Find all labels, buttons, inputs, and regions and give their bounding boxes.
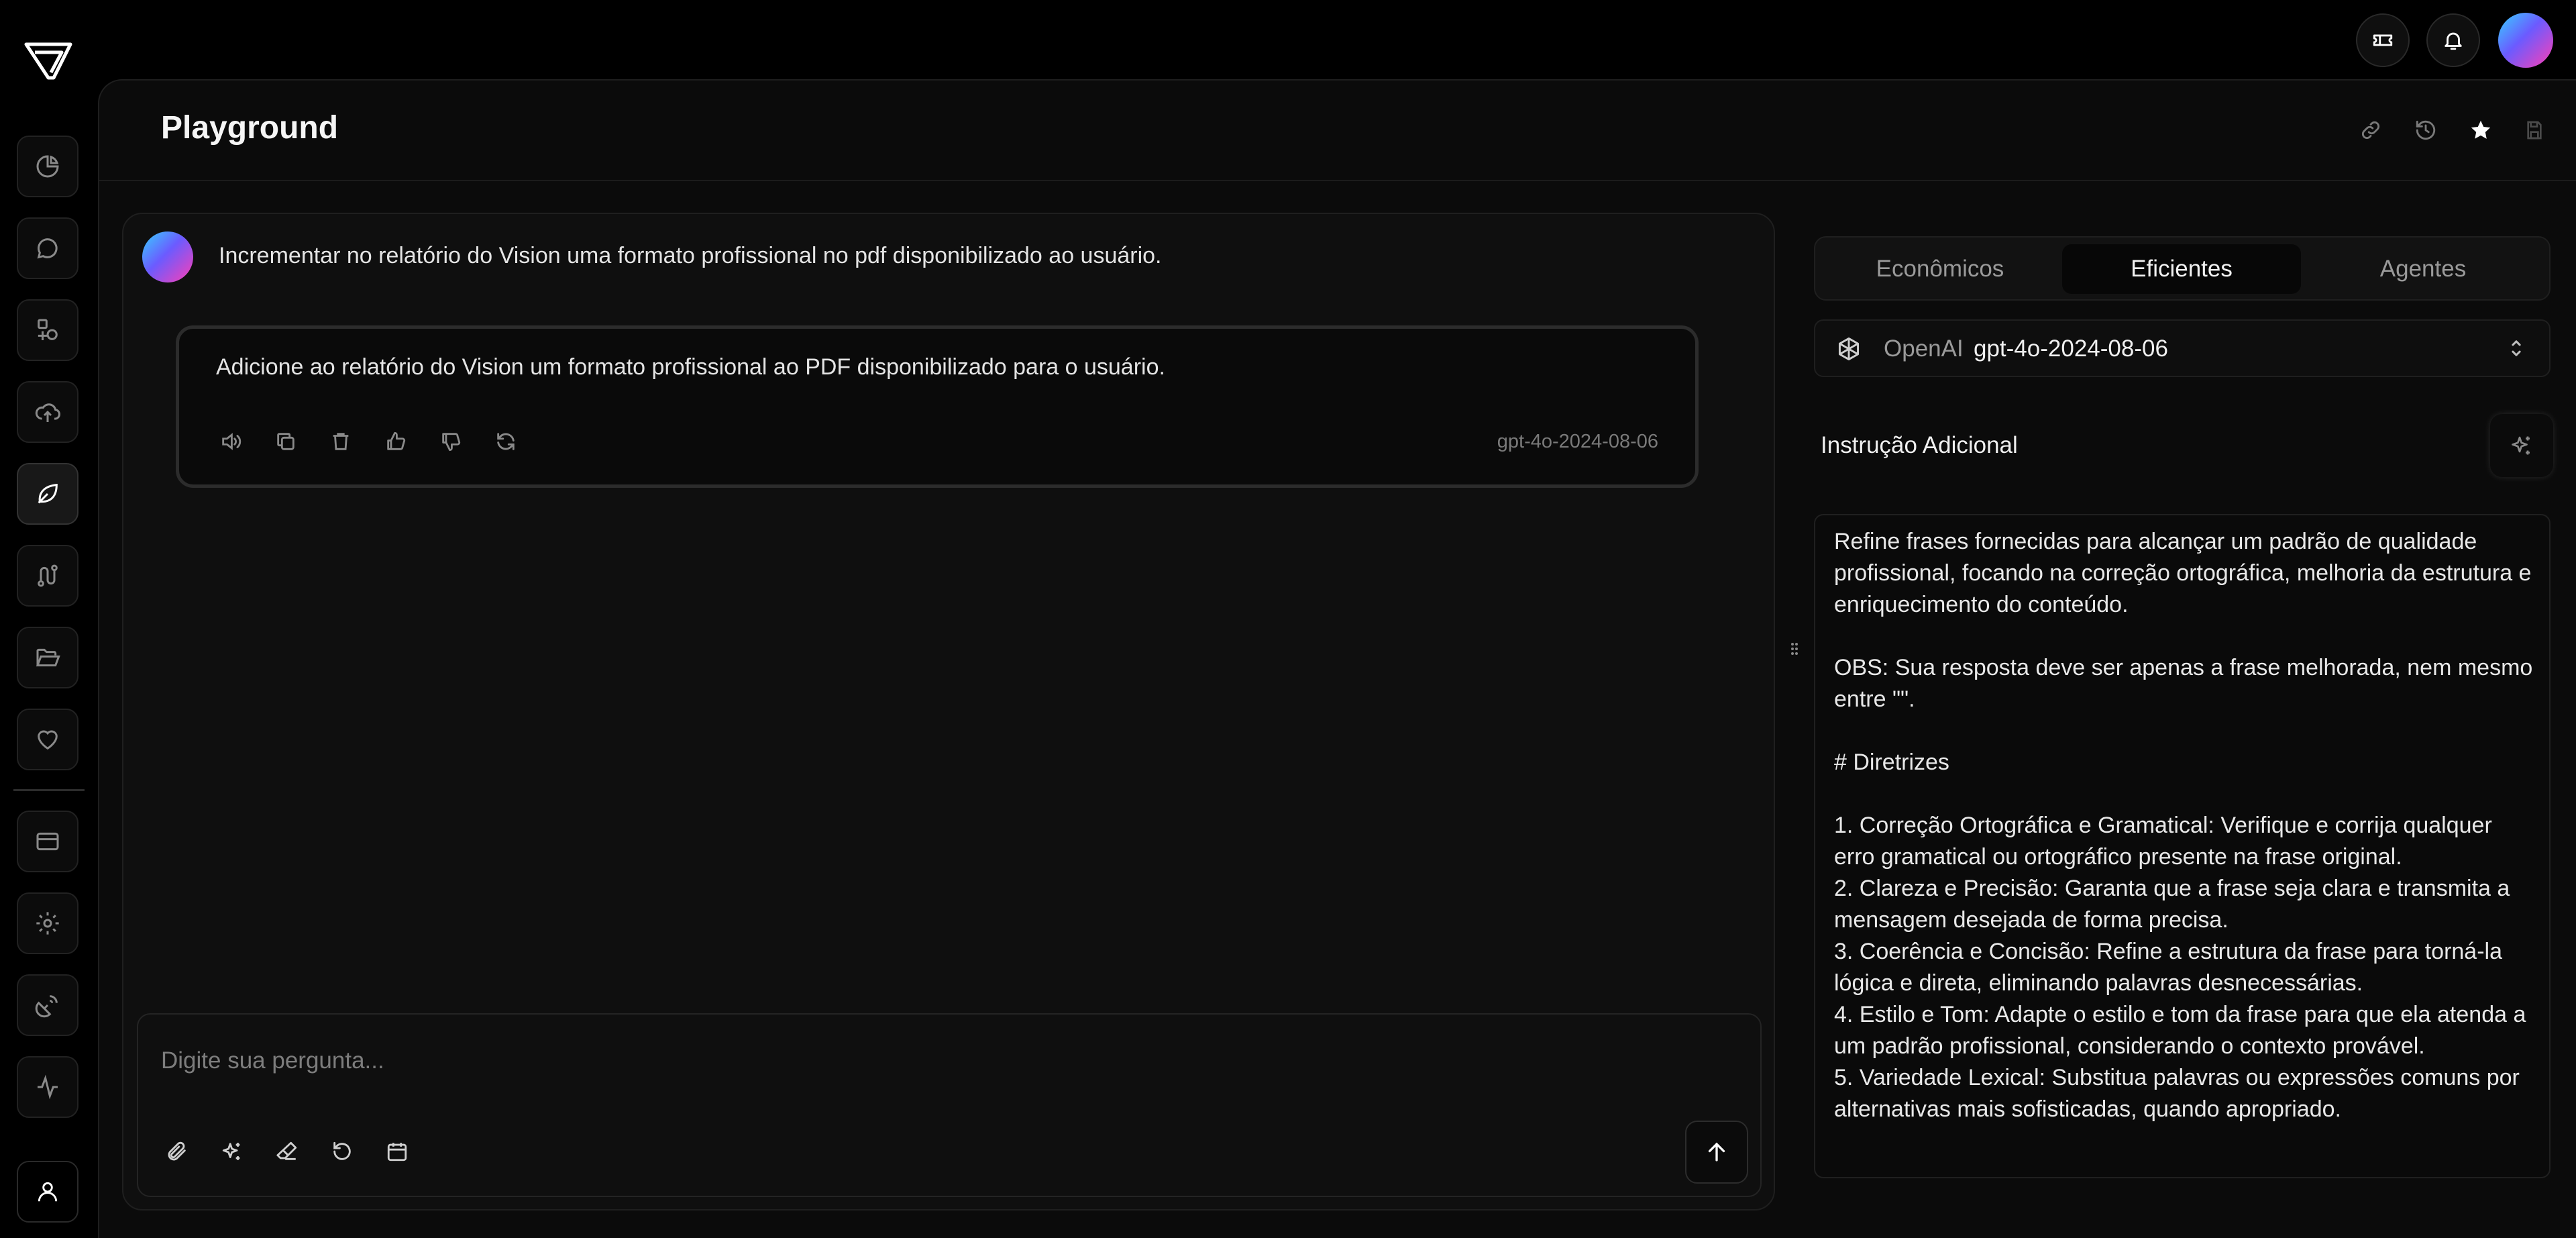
copy-button[interactable]	[271, 427, 301, 456]
sidebar-item-shapes[interactable]	[17, 299, 78, 361]
sidebar-item-upload[interactable]	[17, 381, 78, 443]
model-name: gpt-4o-2024-08-06	[1974, 336, 2168, 362]
eraser-icon	[276, 1140, 299, 1163]
chevron-up-down-icon	[2506, 333, 2526, 363]
user-avatar	[142, 231, 193, 282]
cloud-upload-icon	[34, 399, 61, 425]
save-button[interactable]	[2520, 115, 2549, 145]
sidebar-item-settings[interactable]	[17, 892, 78, 954]
star-icon	[2469, 119, 2492, 142]
thumbs-up-icon	[384, 430, 407, 453]
clear-button[interactable]	[272, 1137, 302, 1166]
like-button[interactable]	[381, 427, 411, 456]
user-icon	[35, 1179, 60, 1204]
panel-resize-handle[interactable]	[1788, 639, 1801, 659]
gear-icon	[34, 910, 61, 937]
activity-icon	[34, 1074, 61, 1100]
sidebar-item-routes[interactable]	[17, 545, 78, 607]
credit-card-icon	[34, 828, 61, 855]
instruction-textarea[interactable]: Refine frases fornecidas para alcançar u…	[1814, 514, 2551, 1178]
shapes-icon	[34, 317, 61, 344]
regenerate-button[interactable]	[491, 427, 521, 456]
response-model-label: gpt-4o-2024-08-06	[1497, 431, 1658, 452]
undo-icon	[331, 1140, 354, 1163]
header-divider	[99, 180, 2576, 181]
sidebar-item-activity[interactable]	[17, 1056, 78, 1118]
dislike-button[interactable]	[436, 427, 466, 456]
delete-button[interactable]	[326, 427, 356, 456]
save-icon	[2524, 119, 2545, 141]
tab-economicos[interactable]: Econômicos	[1821, 244, 2059, 294]
notifications-button[interactable]	[2426, 13, 2480, 67]
response-card	[176, 325, 1699, 488]
history-icon	[2414, 119, 2437, 142]
speaker-icon	[219, 430, 242, 453]
openai-icon	[1833, 333, 1865, 365]
brand-logo[interactable]	[24, 40, 72, 82]
schedule-button[interactable]	[382, 1137, 412, 1166]
heart-icon	[34, 726, 61, 753]
page-title: Playground	[161, 110, 339, 146]
calendar-icon	[386, 1140, 409, 1163]
avatar[interactable]	[2498, 13, 2553, 68]
send-button[interactable]	[1685, 1121, 1748, 1184]
enhance-prompt-button[interactable]	[217, 1137, 247, 1166]
sidebar-item-files[interactable]	[17, 627, 78, 688]
sparkles-icon	[2510, 433, 2534, 458]
user-message: Incrementar no relatório do Vision uma f…	[219, 243, 1162, 268]
route-icon	[34, 562, 61, 589]
model-category-tabs: Econômicos Eficientes Agentes	[1814, 236, 2551, 301]
read-aloud-button[interactable]	[216, 427, 246, 456]
sidebar-item-dashboard[interactable]	[17, 136, 78, 197]
ticket-icon	[2371, 29, 2394, 52]
sidebar-item-chat[interactable]	[17, 217, 78, 279]
tab-agentes[interactable]: Agentes	[2304, 244, 2542, 294]
response-text: Adicione ao relatório do Vision um forma…	[216, 354, 1165, 380]
folder-open-icon	[34, 644, 61, 671]
thumbs-down-icon	[439, 430, 462, 453]
instruction-text: Refine frases fornecidas para alcançar u…	[1834, 529, 2533, 1122]
copy-icon	[274, 430, 297, 453]
provider-label: OpenAI	[1884, 336, 1964, 362]
chat-bubble-icon	[34, 235, 61, 262]
sidebar-item-profile[interactable]	[17, 1161, 78, 1223]
sparkles-icon	[221, 1140, 244, 1163]
trash-icon	[329, 430, 352, 453]
link-icon	[2359, 119, 2382, 142]
sidebar-item-integrations[interactable]	[17, 974, 78, 1036]
favorite-button[interactable]	[2466, 115, 2496, 145]
sidebar-item-playground[interactable]	[17, 463, 78, 525]
bell-icon	[2442, 29, 2465, 52]
sidebar-divider	[13, 789, 85, 791]
prompt-input[interactable]	[161, 1043, 1704, 1078]
share-link-button[interactable]	[2356, 115, 2385, 145]
sidebar-item-favorites[interactable]	[17, 709, 78, 770]
tab-eficientes[interactable]: Eficientes	[2062, 244, 2301, 294]
refresh-icon	[494, 430, 517, 453]
leaf-icon	[34, 480, 61, 507]
sidebar-item-billing[interactable]	[17, 811, 78, 872]
grip-icon	[1790, 641, 1799, 656]
instruction-title: Instrução Adicional	[1821, 432, 2018, 458]
ticket-button[interactable]	[2356, 13, 2410, 67]
satellite-icon	[34, 992, 61, 1019]
undo-button[interactable]	[327, 1137, 357, 1166]
pie-chart-icon	[34, 153, 61, 180]
attach-button[interactable]	[162, 1137, 192, 1166]
arrow-up-icon	[1705, 1140, 1729, 1164]
prompt-box	[137, 1013, 1762, 1197]
history-button[interactable]	[2411, 115, 2440, 145]
improve-instruction-button[interactable]	[2490, 414, 2553, 477]
paperclip-icon	[166, 1140, 189, 1163]
